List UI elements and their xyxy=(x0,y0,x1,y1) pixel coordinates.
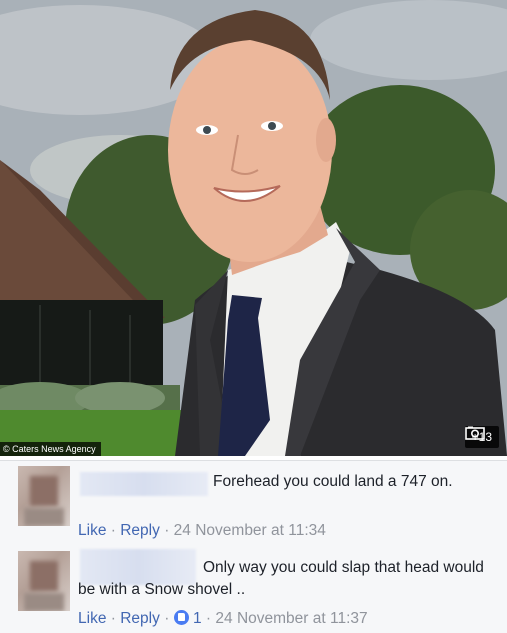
like-link[interactable]: Like xyxy=(78,610,106,627)
photo-illustration xyxy=(0,0,507,456)
reaction-count[interactable]: 1 xyxy=(193,610,202,627)
photo-credit: © Caters News Agency xyxy=(0,442,101,456)
separator: · xyxy=(110,610,116,627)
comment-text: Forehead you could land a 747 on. xyxy=(213,473,453,490)
like-link[interactable]: Like xyxy=(78,522,106,539)
comment-text: Only way you could slap that head would … xyxy=(78,559,484,598)
reply-link[interactable]: Reply xyxy=(120,610,160,627)
comment-timestamp[interactable]: 24 November at 11:34 xyxy=(174,522,326,539)
comment-actions: Like · Reply · 1 · 24 November at 11:37 xyxy=(78,610,368,628)
comments-section: Forehead you could land a 747 on. Like ·… xyxy=(0,460,507,633)
avatar[interactable] xyxy=(18,551,70,611)
camera-icon xyxy=(464,426,485,440)
reply-link[interactable]: Reply xyxy=(120,522,160,539)
article-photo[interactable]: © Caters News Agency +13 xyxy=(0,0,507,456)
separator: · xyxy=(110,522,116,539)
comment-timestamp[interactable]: 24 November at 11:37 xyxy=(215,610,367,627)
comment-actions: Like · Reply · 24 November at 11:34 xyxy=(78,522,326,540)
thumbs-up-icon[interactable] xyxy=(173,610,189,625)
separator: · xyxy=(164,522,170,539)
gallery-count-badge[interactable]: +13 xyxy=(464,426,499,448)
separator: · xyxy=(164,610,170,627)
separator: · xyxy=(205,610,212,627)
avatar[interactable] xyxy=(18,466,70,526)
